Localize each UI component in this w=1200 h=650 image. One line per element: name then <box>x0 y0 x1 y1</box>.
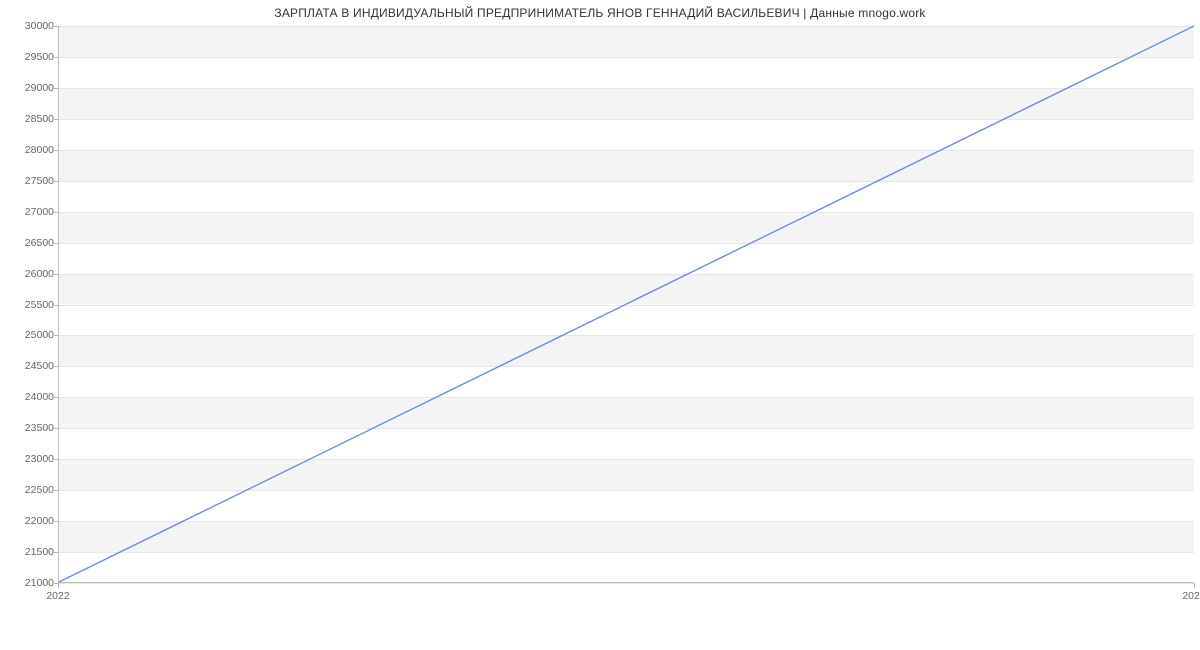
y-tick-mark <box>54 428 59 429</box>
y-tick-label: 22000 <box>4 515 54 527</box>
y-tick-label: 29000 <box>4 82 54 94</box>
y-tick-mark <box>54 521 59 522</box>
y-tick-mark <box>54 150 59 151</box>
y-tick-mark <box>54 305 59 306</box>
y-tick-mark <box>54 459 59 460</box>
y-tick-mark <box>54 335 59 336</box>
y-tick-label: 27500 <box>4 175 54 187</box>
salary-line-chart: ЗАРПЛАТА В ИНДИВИДУАЛЬНЫЙ ПРЕДПРИНИМАТЕЛ… <box>0 0 1200 620</box>
y-tick-label: 24500 <box>4 360 54 372</box>
y-tick-label: 23500 <box>4 422 54 434</box>
y-tick-label: 28500 <box>4 113 54 125</box>
y-tick-label: 29500 <box>4 51 54 63</box>
y-tick-label: 26500 <box>4 237 54 249</box>
y-tick-label: 27000 <box>4 206 54 218</box>
y-tick-label: 24000 <box>4 391 54 403</box>
data-line <box>59 26 1194 582</box>
y-tick-label: 21000 <box>4 577 54 589</box>
y-tick-label: 25000 <box>4 329 54 341</box>
y-tick-mark <box>54 26 59 27</box>
y-tick-label: 23000 <box>4 453 54 465</box>
x-tick-label: 2022 <box>46 590 69 602</box>
y-tick-mark <box>54 212 59 213</box>
x-tick-label: 2024 <box>1182 590 1200 602</box>
y-tick-mark <box>54 397 59 398</box>
y-tick-mark <box>54 274 59 275</box>
plot-area <box>58 26 1194 583</box>
x-tick-mark <box>1194 583 1195 588</box>
x-tick-mark <box>58 583 59 588</box>
y-tick-mark <box>54 552 59 553</box>
y-tick-mark <box>54 181 59 182</box>
y-tick-mark <box>54 243 59 244</box>
y-tick-mark <box>54 490 59 491</box>
y-tick-mark <box>54 119 59 120</box>
y-tick-label: 26000 <box>4 268 54 280</box>
y-tick-label: 25500 <box>4 299 54 311</box>
y-tick-mark <box>54 88 59 89</box>
y-tick-label: 28000 <box>4 144 54 156</box>
y-tick-mark <box>54 57 59 58</box>
y-tick-mark <box>54 366 59 367</box>
chart-title: ЗАРПЛАТА В ИНДИВИДУАЛЬНЫЙ ПРЕДПРИНИМАТЕЛ… <box>0 6 1200 20</box>
y-tick-label: 22500 <box>4 484 54 496</box>
y-tick-label: 21500 <box>4 546 54 558</box>
y-tick-label: 30000 <box>4 20 54 32</box>
